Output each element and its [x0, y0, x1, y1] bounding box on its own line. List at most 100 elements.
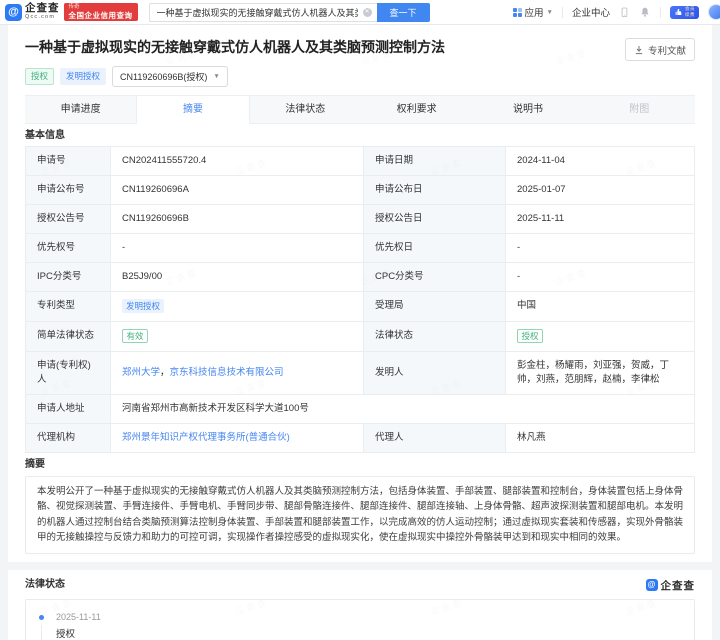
field-label: 优先权日: [363, 233, 506, 263]
field-value: 河南省郑州市高新技术开发区科学大道100号: [110, 393, 695, 424]
apps-menu[interactable]: 应用 ▼: [512, 5, 553, 19]
status-badge: 有效: [122, 328, 149, 343]
watermark-text: 企查查: [0, 265, 4, 288]
tab-application-progress[interactable]: 申请进度: [25, 96, 137, 124]
patent-tab-bar: 申请进度 摘要 法律状态 权利要求 说明书 附图: [25, 95, 695, 124]
site-header: @ 企查查 Qcc.com 传奇 全国企业信用查询 ✕ 查一下 应用 ▼ 企业中…: [0, 0, 720, 25]
patent-tags: 授权 发明授权 CN119260696B(授权) ▼: [25, 66, 695, 87]
header-nav: 应用 ▼ 企业中心 会员 续费: [512, 4, 720, 20]
tab-drawings[interactable]: 附图: [583, 96, 695, 124]
field-label: 简单法律状态: [25, 320, 111, 352]
field-value: 郑州大学，京东科技信息技术有限公司: [110, 350, 364, 395]
mobile-app-icon[interactable]: [619, 6, 630, 19]
thumb-up-icon: [675, 8, 682, 15]
brand-name: 企查查: [25, 2, 60, 15]
field-value: CN119260696B: [110, 204, 364, 234]
watermark-text: 企查查: [0, 485, 4, 508]
field-label: 优先权号: [25, 233, 111, 263]
field-label: 发明人: [363, 350, 506, 395]
table-row: 代理机构 郑州景年知识产权代理事务所(普通合伙) 代理人 林凡燕: [25, 422, 695, 453]
field-value: 发明授权: [110, 291, 364, 322]
timeline-item: 2025-11-11 授权: [26, 612, 694, 640]
notification-bell-icon[interactable]: [639, 6, 651, 19]
brand-domain: Qcc.com: [25, 14, 56, 21]
patent-detail-card: 一种基于虚拟现实的无接触穿戴式仿人机器人及其类脑预测控制方法 专利文献 授权 发…: [8, 25, 712, 562]
patent-type-badge: 发明授权: [60, 68, 107, 85]
field-value: 彭金柱，杨耀雨，刘亚强，贺威，丁帅，刘燕，范朋辉，赵楠，李律松: [505, 350, 695, 395]
field-label: 专利类型: [25, 291, 111, 322]
qcc-logo-icon: @: [645, 579, 658, 591]
field-label: 申请人地址: [25, 393, 111, 424]
cell-link[interactable]: 京东科技信息技术有限公司: [170, 367, 284, 378]
search-input[interactable]: [148, 2, 377, 22]
table-row: 申请人地址 河南省郑州市高新技术开发区科学大道100号: [25, 393, 695, 424]
watermark-text: 企查查: [0, 45, 4, 68]
field-value: 有效: [110, 320, 364, 352]
table-row: 简单法律状态 有效 法律状态 授权: [25, 320, 695, 352]
field-value: B25J9/00: [110, 262, 364, 292]
basic-info-table: 申请号 CN202411555720.4 申请日期 2024-11-04 申请公布号 CN…: [25, 146, 695, 453]
download-icon: [635, 45, 643, 54]
cell-link[interactable]: 郑州大学: [122, 367, 160, 378]
field-value: -: [110, 233, 364, 263]
publication-number-select[interactable]: CN119260696B(授权) ▼: [112, 66, 228, 87]
cell-link[interactable]: 郑州景年知识产权代理事务所(普通合伙): [122, 432, 290, 443]
tab-abstract[interactable]: 摘要: [136, 96, 250, 124]
field-label: 申请号: [25, 146, 111, 176]
field-value: CN119260696A: [110, 175, 364, 205]
apps-grid-icon: [512, 7, 522, 17]
field-label: 申请公布日: [363, 175, 506, 205]
field-value: 2024-11-04: [505, 146, 695, 176]
legal-status-timeline: 2025-11-11 授权: [25, 598, 695, 640]
field-label: 授权公告日: [363, 204, 506, 234]
basic-info-heading: 基本信息: [25, 130, 65, 141]
table-row: IPC分类号 B25J9/00 CPC分类号 -: [25, 262, 695, 292]
enterprise-center-link[interactable]: 企业中心: [572, 5, 610, 19]
field-label: 代理机构: [25, 422, 111, 453]
field-label: 受理局: [363, 291, 506, 322]
field-label: 申请(专利权)人: [25, 350, 111, 395]
qcc-logo[interactable]: @ 企查查 Qcc.com 传奇 全国企业信用查询: [5, 3, 138, 21]
timeline-dot-icon: [39, 614, 44, 620]
field-label: 代理人: [363, 422, 506, 453]
timeline-line: [41, 624, 42, 640]
vip-renew-badge[interactable]: 会员 续费: [670, 5, 699, 19]
field-value: -: [505, 233, 695, 263]
abstract-text: 本发明公开了一种基于虚拟现实的无接触穿戴式仿人机器人及其类脑预测控制方法，包括身…: [25, 475, 695, 554]
field-label: 法律状态: [363, 320, 506, 352]
field-value: 林凡燕: [505, 422, 695, 453]
abstract-heading: 摘要: [25, 458, 45, 470]
chevron-down-icon: ▼: [213, 73, 220, 80]
status-badge: 授权: [517, 328, 544, 343]
table-row: 授权公告号 CN119260696B 授权公告日 2025-11-11: [25, 204, 695, 234]
field-label: 授权公告号: [25, 204, 111, 234]
field-value: 2025-11-11: [505, 204, 695, 234]
clear-search-icon[interactable]: ✕: [362, 7, 372, 17]
patent-title: 一种基于虚拟现实的无接触穿戴式仿人机器人及其类脑预测控制方法: [25, 39, 445, 55]
search-bar: ✕ 查一下: [148, 2, 430, 22]
field-label: CPC分类号: [363, 262, 506, 292]
field-label: 申请日期: [363, 146, 506, 176]
qcc-logo-icon: @: [5, 3, 22, 21]
table-row: 优先权号 - 优先权日 -: [25, 233, 695, 263]
field-value: -: [505, 262, 695, 292]
table-row: 申请(专利权)人 郑州大学，京东科技信息技术有限公司 发明人 彭金柱，杨耀雨，刘亚强，…: [25, 350, 695, 395]
status-badge: 授权: [25, 68, 55, 85]
patent-document-button[interactable]: 专利文献: [624, 38, 695, 61]
tab-claims[interactable]: 权利要求: [360, 96, 473, 124]
field-value: 授权: [505, 320, 695, 352]
search-button[interactable]: 查一下: [376, 2, 430, 22]
tab-legal-status[interactable]: 法律状态: [249, 96, 361, 124]
tab-description[interactable]: 说明书: [472, 96, 584, 124]
field-label: IPC分类号: [25, 262, 111, 292]
table-row: 申请号 CN202411555720.4 申请日期 2024-11-04: [25, 146, 695, 176]
user-avatar[interactable]: [708, 4, 720, 20]
field-value: 郑州景年知识产权代理事务所(普通合伙): [110, 422, 364, 453]
brand-slogan: 传奇 全国企业信用查询: [63, 3, 138, 21]
timeline-date: 2025-11-11: [56, 611, 101, 622]
divider: [660, 6, 661, 18]
field-value: 中国: [505, 291, 695, 322]
field-value: 2025-01-07: [505, 175, 695, 205]
field-value: CN202411555720.4: [110, 146, 364, 176]
divider: [561, 6, 563, 18]
